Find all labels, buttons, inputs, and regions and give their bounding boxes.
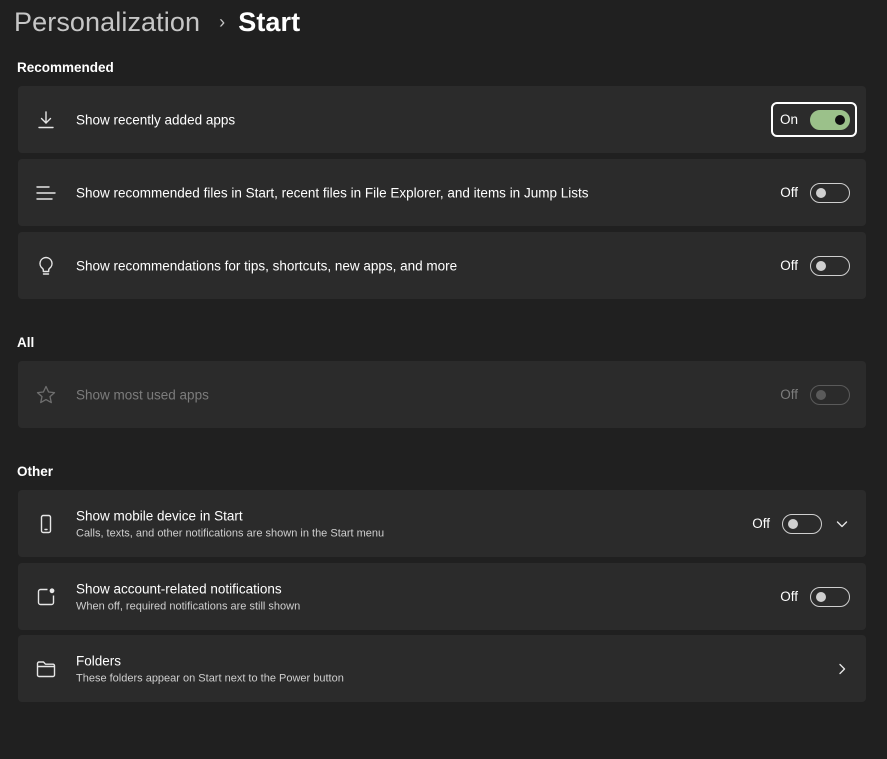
settings-page: Personalization › Start Recommended Show… [0, 0, 887, 759]
toggle-recommended-files[interactable]: Off [780, 182, 850, 203]
toggle-knob [788, 518, 798, 529]
breadcrumb: Personalization › Start [14, 4, 300, 40]
toggle-switch-disabled [810, 384, 850, 405]
toggle-mobile-device[interactable]: Off [752, 513, 822, 534]
setting-card-most-used: Show most used apps Off [18, 361, 866, 428]
toggle-switch-off[interactable] [810, 255, 850, 276]
toggle-state-label: On [779, 112, 798, 127]
setting-card-mobile-device[interactable]: Show mobile device in Start Calls, texts… [18, 490, 866, 557]
toggle-knob [816, 591, 826, 602]
setting-title: Show most used apps [76, 387, 209, 402]
toggle-account-notifications[interactable]: Off [780, 586, 850, 607]
setting-title: Folders [76, 653, 122, 668]
chevron-down-icon[interactable] [835, 517, 849, 531]
setting-card-recommended-files: Show recommended files in Start, recent … [18, 159, 866, 226]
setting-card-recently-added: Show recently added apps On [18, 86, 866, 153]
setting-card-recommendations-tips: Show recommendations for tips, shortcuts… [18, 232, 866, 299]
toggle-state-label: Off [752, 516, 770, 531]
toggle-state-label: Off [780, 589, 798, 604]
setting-card-folders[interactable]: Folders These folders appear on Start ne… [18, 635, 866, 702]
toggle-knob [816, 260, 826, 271]
lightbulb-icon [35, 255, 57, 277]
setting-subtitle: These folders appear on Start next to th… [76, 672, 344, 684]
toggle-state-label: Off [780, 258, 798, 273]
toggle-knob [835, 114, 845, 125]
toggle-recommendations-tips[interactable]: Off [780, 255, 850, 276]
toggle-knob [816, 187, 826, 198]
notification-badge-icon [35, 586, 57, 608]
toggle-state-label: Off [780, 185, 798, 200]
download-icon [35, 109, 57, 131]
toggle-state-label: Off [780, 387, 798, 402]
toggle-switch-off[interactable] [782, 513, 822, 534]
setting-title: Show recommended files in Start, recent … [76, 185, 589, 200]
setting-subtitle: When off, required notifications are sti… [76, 600, 301, 612]
toggle-most-used: Off [780, 384, 850, 405]
setting-title: Show recommendations for tips, shortcuts… [76, 258, 458, 273]
folder-icon [35, 658, 57, 680]
star-icon [35, 384, 57, 406]
toggle-switch-on[interactable] [810, 109, 850, 130]
page-title: Start [238, 6, 301, 37]
setting-title: Show account-related notifications [76, 581, 282, 596]
setting-card-account-notifications: Show account-related notifications When … [18, 563, 866, 630]
setting-title: Show mobile device in Start [76, 508, 243, 523]
phone-icon [35, 513, 57, 535]
toggle-knob [816, 389, 826, 400]
toggle-recently-added[interactable]: On [779, 109, 850, 130]
breadcrumb-parent[interactable]: Personalization [14, 7, 200, 38]
chevron-right-icon[interactable] [835, 662, 849, 676]
toggle-switch-off[interactable] [810, 182, 850, 203]
setting-title: Show recently added apps [76, 112, 236, 127]
setting-subtitle: Calls, texts, and other notifications ar… [76, 527, 385, 539]
list-icon [35, 182, 57, 204]
section-title-recommended: Recommended [17, 60, 114, 75]
toggle-switch-off[interactable] [810, 586, 850, 607]
breadcrumb-separator: › [219, 12, 226, 32]
section-title-other: Other [17, 464, 54, 479]
section-title-all: All [17, 335, 35, 350]
